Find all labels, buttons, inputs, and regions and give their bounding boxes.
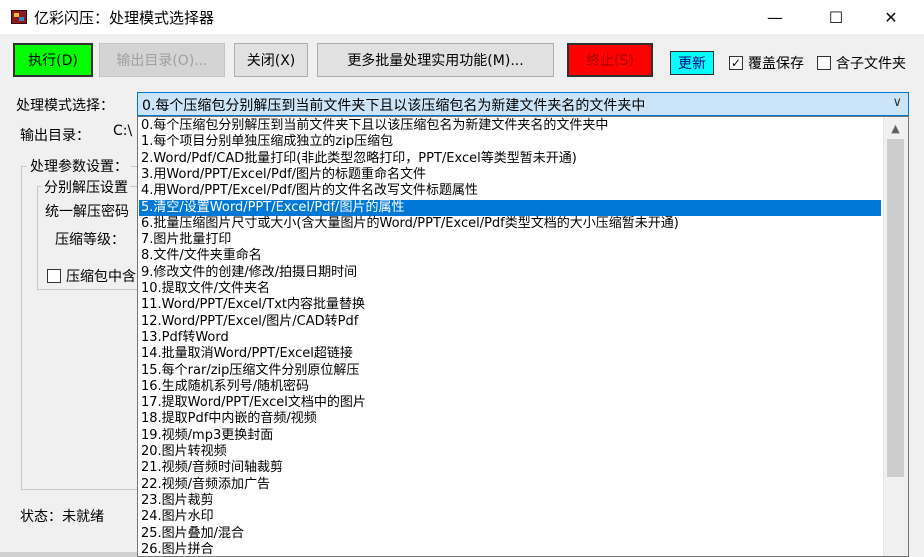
scroll-up-icon[interactable]: ▲ [883,117,908,139]
taskbar-strip [0,552,137,557]
app-icon [11,10,27,24]
window-title: 亿彩闪压：处理模式选择器 [34,9,215,27]
dropdown-option[interactable]: 6.批量压缩图片尺寸或大小(含大量图片的Word/PPT/Excel/Pdf类型… [139,216,881,232]
unified-password-label: 统一解压密码 [45,204,129,220]
output-dir-button[interactable]: 输出目录(O)... [99,43,225,77]
dropdown-option[interactable]: 18.提取Pdf中内嵌的音频/视频 [139,411,881,427]
dropdown-option[interactable]: 17.提取Word/PPT/Excel文档中的图片 [139,395,881,411]
dropdown-option[interactable]: 21.视频/音频时间轴裁剪 [139,460,881,476]
include-subfolders-label: 含子文件夹 [836,56,906,72]
dropdown-option[interactable]: 15.每个rar/zip压缩文件分别原位解压 [139,363,881,379]
overwrite-save-checkbox[interactable]: ✓ 覆盖保存 [729,53,804,73]
output-dir-label: 输出目录： [20,128,90,144]
dropdown-option[interactable]: 9.修改文件的创建/修改/拍摄日期时间 [139,265,881,281]
mode-select-value: 0.每个压缩包分别解压到当前文件夹下且以该压缩包名为新建文件夹名的文件夹中 [142,98,646,114]
mode-select[interactable]: 0.每个压缩包分别解压到当前文件夹下且以该压缩包名为新建文件夹名的文件夹中 ∨ [137,92,909,116]
close-window-button[interactable]: ✕ [868,0,914,34]
dropdown-option[interactable]: 25.图片叠加/混合 [139,526,881,542]
dropdown-option[interactable]: 8.文件/文件夹重命名 [139,248,881,264]
dropdown-option[interactable]: 5.清空/设置Word/PPT/Excel/Pdf/图片的属性 [139,199,881,216]
checkbox-unchecked-icon [817,56,831,70]
extract-settings-label: 分别解压设置 [42,177,130,197]
dropdown-option[interactable]: 2.Word/Pdf/CAD批量打印(非此类型忽略打印，PPT/Excel等类型… [139,151,881,167]
refresh-button[interactable]: 更新 [670,51,714,75]
in-archive-label: 压缩包中含 [66,269,136,285]
params-label: 处理参数设置： [27,156,131,176]
dropdown-option[interactable]: 26.图片拼合 [139,542,881,556]
include-subfolders-checkbox[interactable]: 含子文件夹 [817,53,906,73]
scrollbar-thumb[interactable] [887,139,904,477]
chevron-down-icon[interactable]: ∨ [892,95,902,110]
dropdown-option[interactable]: 16.生成随机系列号/随机密码 [139,379,881,395]
dropdown-option[interactable]: 0.每个压缩包分别解压到当前文件夹下且以该压缩包名为新建文件夹名的文件夹中 [139,118,881,134]
in-archive-checkbox[interactable]: 压缩包中含 [47,266,136,286]
scrollbar[interactable]: ▲ [883,117,908,556]
dropdown-option[interactable]: 14.批量取消Word/PPT/Excel超链接 [139,346,881,362]
minimize-button[interactable]: — [752,0,798,34]
title-bar: 亿彩闪压：处理模式选择器 — ☐ ✕ [0,0,924,34]
dropdown-option[interactable]: 20.图片转视频 [139,444,881,460]
more-features-button[interactable]: 更多批量处理实用功能(M)... [317,43,554,77]
dropdown-option[interactable]: 23.图片裁剪 [139,493,881,509]
dropdown-option[interactable]: 11.Word/PPT/Excel/Txt内容批量替换 [139,297,881,313]
mode-label: 处理模式选择： [16,98,114,114]
dropdown-option[interactable]: 1.每个项目分别单独压缩成独立的zip压缩包 [139,134,881,150]
compression-level-label: 压缩等级： [55,232,125,248]
dropdown-option[interactable]: 4.用Word/PPT/Excel/Pdf/图片的文件名改写文件标题属性 [139,183,881,199]
overwrite-save-label: 覆盖保存 [748,56,804,72]
status-text: 状态：未就绪 [20,509,104,525]
execute-button[interactable]: 执行(D) [13,43,93,77]
dropdown-option[interactable]: 13.Pdf转Word [139,330,881,346]
dropdown-option[interactable]: 3.用Word/PPT/Excel/Pdf/图片的标题重命名文件 [139,167,881,183]
dropdown-option[interactable]: 24.图片水印 [139,509,881,525]
stop-button[interactable]: 终止(S) [567,43,653,77]
checkbox-unchecked-icon [47,269,61,283]
dropdown-option[interactable]: 19.视频/mp3更换封面 [139,428,881,444]
close-button[interactable]: 关闭(X) [234,43,308,77]
maximize-button[interactable]: ☐ [813,0,859,34]
mode-dropdown-list[interactable]: 0.每个压缩包分别解压到当前文件夹下且以该压缩包名为新建文件夹名的文件夹中 1.每… [137,116,909,557]
output-dir-value: C:\ [113,123,133,139]
dropdown-option[interactable]: 10.提取文件/文件夹名 [139,281,881,297]
dropdown-option[interactable]: 7.图片批量打印 [139,232,881,248]
checkbox-checked-icon: ✓ [729,56,743,70]
dropdown-option[interactable]: 22.视频/音频添加广告 [139,477,881,493]
dropdown-option[interactable]: 12.Word/PPT/Excel/图片/CAD转Pdf [139,314,881,330]
